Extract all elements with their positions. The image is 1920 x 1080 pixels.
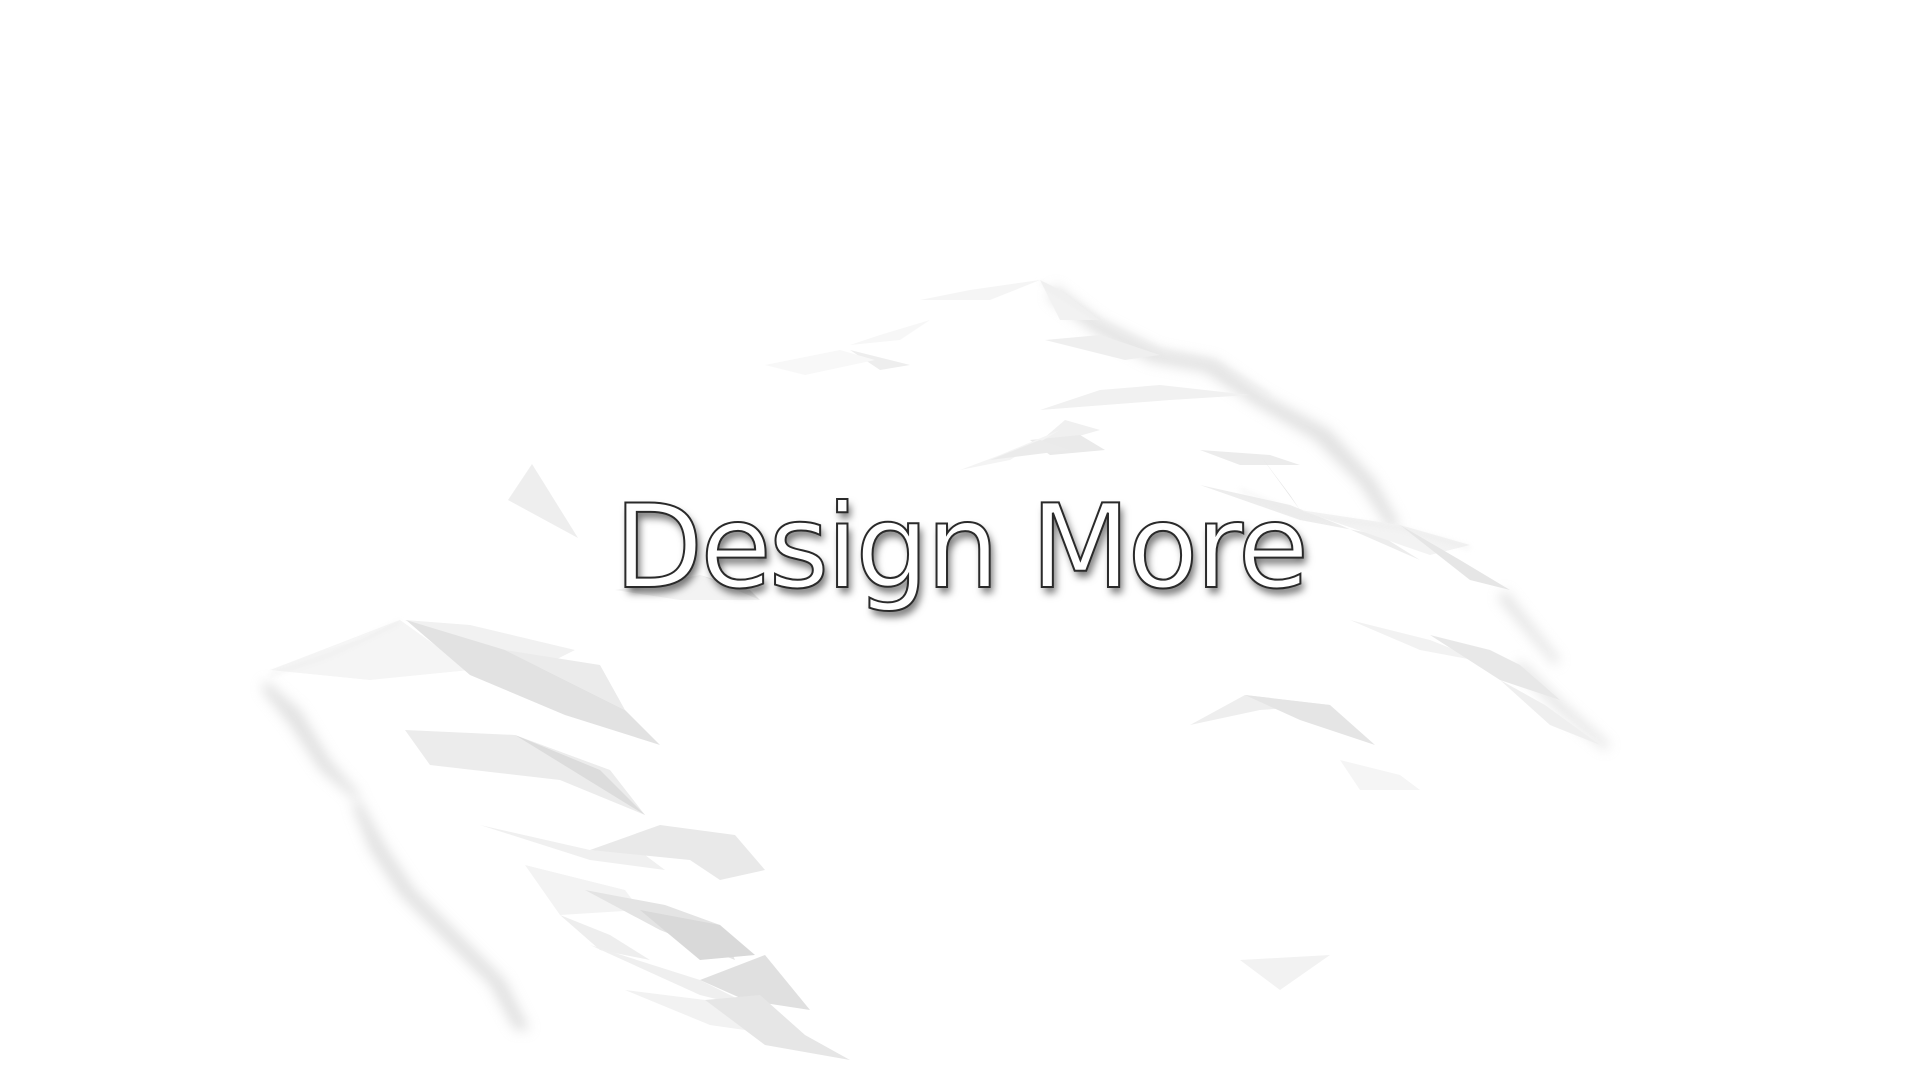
- right-mountain-facets: [960, 280, 1600, 990]
- hero-title: Design More: [613, 479, 1310, 616]
- hero-stage: Design More: [0, 0, 1920, 1080]
